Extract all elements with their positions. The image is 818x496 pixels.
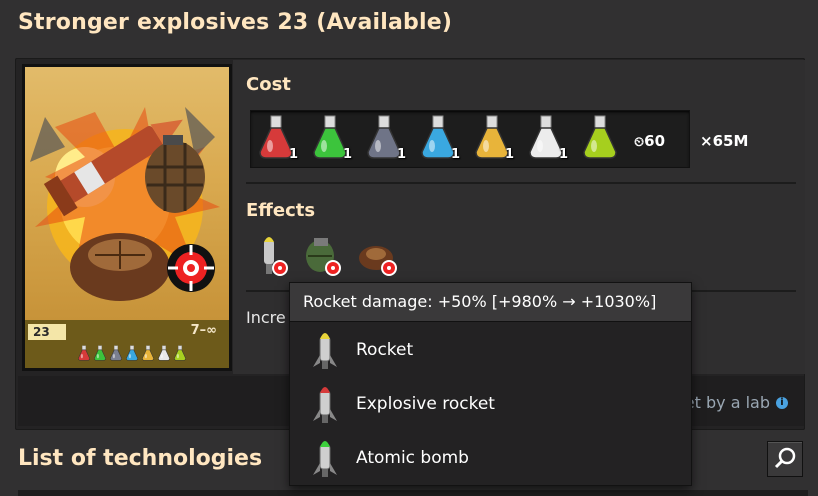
science-pack-icon[interactable]: 1 xyxy=(310,114,354,162)
clock-icon: ⏲ xyxy=(634,135,645,150)
science-pack-icon[interactable]: 1 xyxy=(472,114,516,162)
cost-heading: Cost xyxy=(246,74,291,95)
card-science-pack-icon xyxy=(173,344,187,362)
search-button[interactable] xyxy=(767,441,803,477)
card-science-pack-icon xyxy=(93,344,107,362)
card-science-pack-icon xyxy=(157,344,171,362)
tooltip-header-text: Rocket damage: +50% [+980% → +1030%] xyxy=(303,292,657,311)
effects-heading: Effects xyxy=(246,200,316,221)
tooltip-item-label: Atomic bomb xyxy=(356,448,469,468)
tooltip-item-label: Explosive rocket xyxy=(356,394,495,414)
technology-card: 23 7–∞ xyxy=(22,64,232,371)
science-pack-icon[interactable] xyxy=(580,114,624,162)
rocket-damage-effect-icon[interactable] xyxy=(252,234,292,278)
search-icon xyxy=(774,447,796,469)
card-footer: 23 7–∞ xyxy=(25,320,229,368)
tooltip-item: Explosive rocket xyxy=(290,379,691,431)
science-pack-count: 1 xyxy=(288,147,298,162)
technology-level: 23 xyxy=(28,324,66,340)
science-pack-icon[interactable]: 1 xyxy=(256,114,300,162)
card-science-packs xyxy=(77,344,187,362)
science-pack-icon[interactable]: 1 xyxy=(418,114,462,162)
tooltip-item-label: Rocket xyxy=(356,340,414,360)
technology-level-range: 7–∞ xyxy=(190,323,217,338)
card-science-pack-icon xyxy=(109,344,123,362)
rocket-icon xyxy=(308,329,342,373)
info-icon[interactable]: i xyxy=(776,397,788,409)
tooltip-item: Rocket xyxy=(290,325,691,377)
divider-cost xyxy=(246,182,796,184)
grenade-damage-effect-icon[interactable] xyxy=(300,234,341,278)
science-pack-icon[interactable]: 1 xyxy=(526,114,570,162)
land-mine-damage-effect-icon[interactable] xyxy=(356,234,397,278)
card-science-pack-icon xyxy=(141,344,155,362)
effect-tooltip: Rocket damage: +50% [+980% → +1030%] Roc… xyxy=(289,282,692,486)
technology-list-title: List of technologies xyxy=(18,446,263,471)
rocket-icon xyxy=(308,383,342,427)
stronger-explosives-art xyxy=(25,67,229,320)
science-pack-icon[interactable]: 1 xyxy=(364,114,408,162)
science-pack-count: 1 xyxy=(396,147,406,162)
science-pack-count: 1 xyxy=(342,147,352,162)
tooltip-header: Rocket damage: +50% [+980% → +1030%] xyxy=(290,283,691,322)
research-time: ⏲60 xyxy=(634,132,666,150)
science-pack-count: 1 xyxy=(558,147,568,162)
rocket-icon xyxy=(308,437,342,481)
card-science-pack-icon xyxy=(77,344,91,362)
research-unit-count: ×65M xyxy=(700,132,749,150)
tooltip-item: Atomic bomb xyxy=(290,433,691,485)
effect-description: Incre xyxy=(246,308,286,327)
science-pack-count: 1 xyxy=(450,147,460,162)
technology-list-area xyxy=(18,490,808,496)
science-pack-count: 1 xyxy=(504,147,514,162)
card-science-pack-icon xyxy=(125,344,139,362)
technology-title: Stronger explosives 23 (Available) xyxy=(18,10,453,35)
